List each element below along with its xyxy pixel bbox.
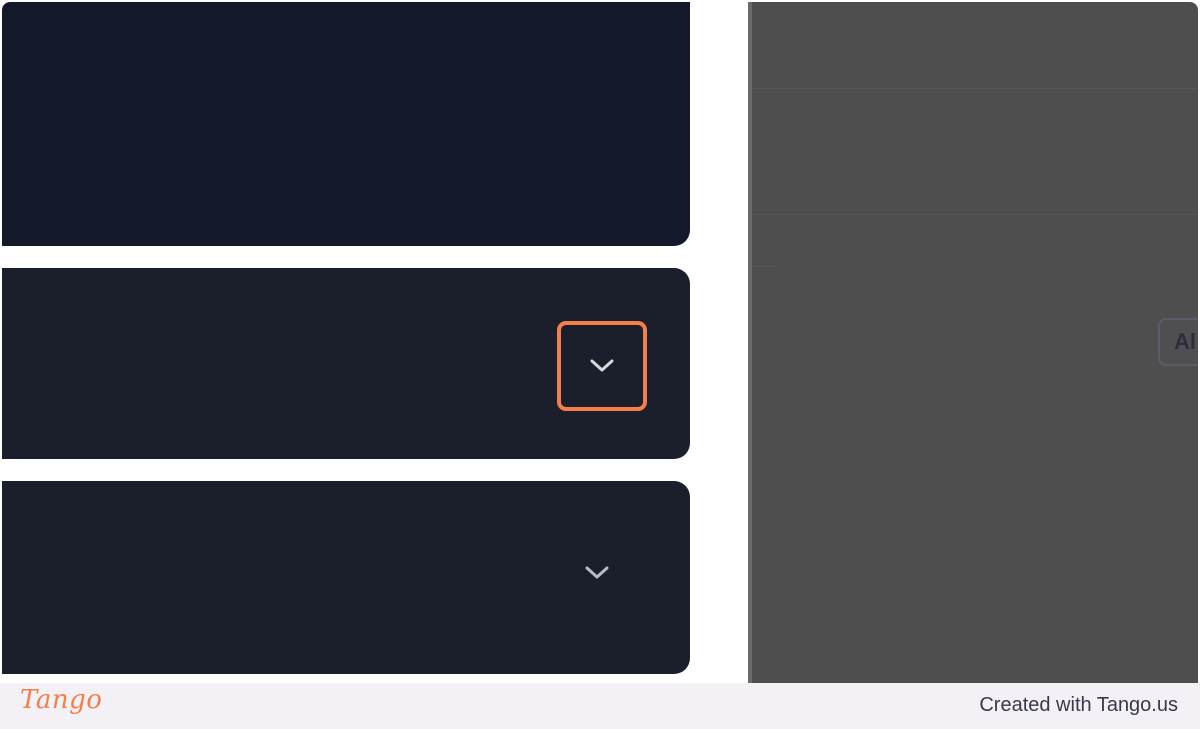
row-divider <box>752 88 1198 89</box>
tango-footer: Tango Created with Tango.us <box>0 683 1200 729</box>
row-divider <box>752 266 776 267</box>
left-pane <box>2 2 748 683</box>
app-screenshot: Al <box>2 2 1198 683</box>
credit-text: Created with Tango.us <box>979 694 1178 716</box>
tango-logo[interactable]: Tango <box>20 685 102 715</box>
panel-card-collapsible <box>2 268 690 459</box>
chip-button[interactable]: Al <box>1158 318 1198 366</box>
chevron-down-icon <box>585 566 609 579</box>
dimmed-overlay-pane: Al <box>752 2 1198 683</box>
expand-toggle-button[interactable] <box>557 533 637 613</box>
row-divider <box>752 214 1198 215</box>
panel-card-top <box>2 2 690 246</box>
tango-frame: Al Tango Created with Tango.us <box>0 0 1200 729</box>
expand-toggle-button[interactable] <box>557 321 647 411</box>
chevron-down-icon <box>590 359 614 372</box>
panel-card-collapsible <box>2 481 690 674</box>
chip-label: Al <box>1174 329 1196 354</box>
